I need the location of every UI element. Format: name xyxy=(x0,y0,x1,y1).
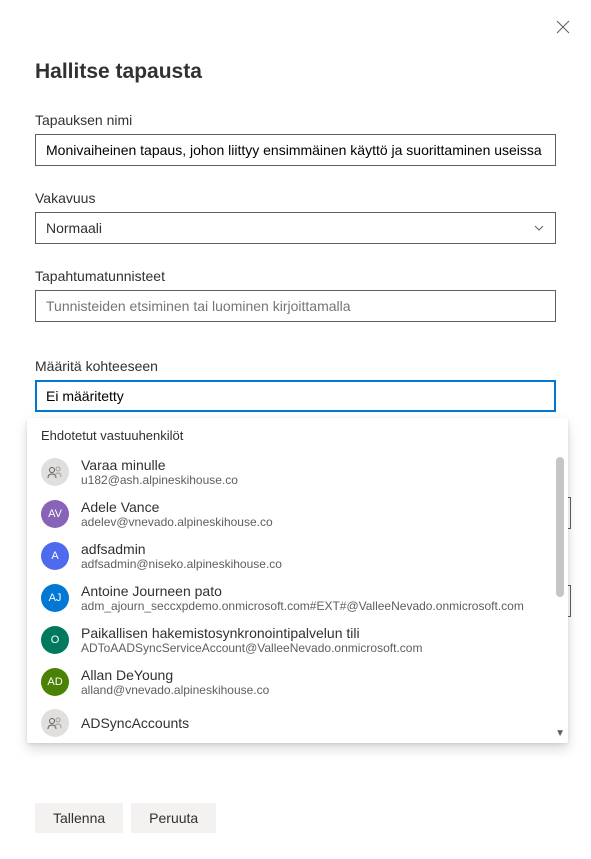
suggestion-email: u182@ash.alpineskihouse.co xyxy=(81,473,238,487)
tags-field: Tapahtumatunnisteet xyxy=(35,268,556,322)
close-button[interactable] xyxy=(553,18,573,38)
avatar: AJ xyxy=(41,584,69,612)
severity-value: Normaali xyxy=(46,220,102,236)
footer-buttons: Tallenna Peruuta xyxy=(35,803,216,833)
suggestion-item[interactable]: AJ Antoine Journeen patoadm_ajourn_seccxp… xyxy=(27,577,568,619)
avatar: A xyxy=(41,542,69,570)
incident-name-input[interactable] xyxy=(35,134,556,166)
suggestion-name: Allan DeYoung xyxy=(81,667,269,683)
suggestion-email: adelev@vnevado.alpineskihouse.co xyxy=(81,515,273,529)
suggestion-list[interactable]: ▼ Varaa minulleu182@ash.alpineskihouse.c… xyxy=(27,451,568,743)
avatar: AV xyxy=(41,500,69,528)
avatar: O xyxy=(41,626,69,654)
avatar xyxy=(41,709,69,737)
save-button[interactable]: Tallenna xyxy=(35,803,123,833)
suggestion-name: Antoine Journeen pato xyxy=(81,583,524,599)
severity-label: Vakavuus xyxy=(35,190,556,206)
close-icon xyxy=(556,20,570,34)
tags-input[interactable] xyxy=(35,290,556,322)
dropdown-header: Ehdotetut vastuuhenkilöt xyxy=(27,418,568,451)
suggestion-email: alland@vnevado.alpineskihouse.co xyxy=(81,683,269,697)
assign-dropdown: Ehdotetut vastuuhenkilöt ▼ Varaa minulle… xyxy=(27,418,568,743)
suggestion-email: adm_ajourn_seccxpdemo.onmicrosoft.com#EX… xyxy=(81,599,524,613)
assign-input[interactable] xyxy=(35,380,556,412)
suggestion-name: Paikallisen hakemistosynkronointipalvelu… xyxy=(81,625,422,641)
suggestion-name: ADSyncAccounts xyxy=(81,715,189,731)
assign-field: Määritä kohteeseen Ehdotetut vastuuhenki… xyxy=(35,358,556,412)
suggestion-item[interactable]: Aadfsadminadfsadmin@niseko.alpineskihous… xyxy=(27,535,568,577)
scrollbar-down-icon[interactable]: ▼ xyxy=(555,728,565,739)
assign-label: Määritä kohteeseen xyxy=(35,358,556,374)
suggestion-item[interactable]: Varaa minulleu182@ash.alpineskihouse.co xyxy=(27,451,568,493)
suggestion-item[interactable]: AD Allan DeYoungalland@vnevado.alpineskih… xyxy=(27,661,568,703)
suggestion-email: adfsadmin@niseko.alpineskihouse.co xyxy=(81,557,282,571)
severity-field: Vakavuus Normaali xyxy=(35,190,556,244)
avatar: AD xyxy=(41,668,69,696)
suggestion-name: adfsadmin xyxy=(81,541,282,557)
cancel-button[interactable]: Peruuta xyxy=(131,803,216,833)
scrollbar-thumb[interactable] xyxy=(556,457,564,597)
scrollbar[interactable]: ▼ xyxy=(556,457,564,737)
incident-name-field: Tapauksen nimi xyxy=(35,112,556,166)
suggestion-name: Adele Vance xyxy=(81,499,273,515)
suggestion-item[interactable]: O Paikallisen hakemistosynkronointipalvel… xyxy=(27,619,568,661)
suggestion-item[interactable]: ADSyncAccounts xyxy=(27,703,568,743)
suggestion-email: ADToAADSyncServiceAccount@ValleeNevado.o… xyxy=(81,641,422,655)
suggestion-item[interactable]: AV Adele Vanceadelev@vnevado.alpineskihou… xyxy=(27,493,568,535)
avatar xyxy=(41,458,69,486)
tags-label: Tapahtumatunnisteet xyxy=(35,268,556,284)
severity-select[interactable]: Normaali xyxy=(35,212,556,244)
dialog-title: Hallitse tapausta xyxy=(35,60,556,84)
incident-name-label: Tapauksen nimi xyxy=(35,112,556,128)
chevron-down-icon xyxy=(533,222,545,234)
suggestion-name: Varaa minulle xyxy=(81,457,238,473)
